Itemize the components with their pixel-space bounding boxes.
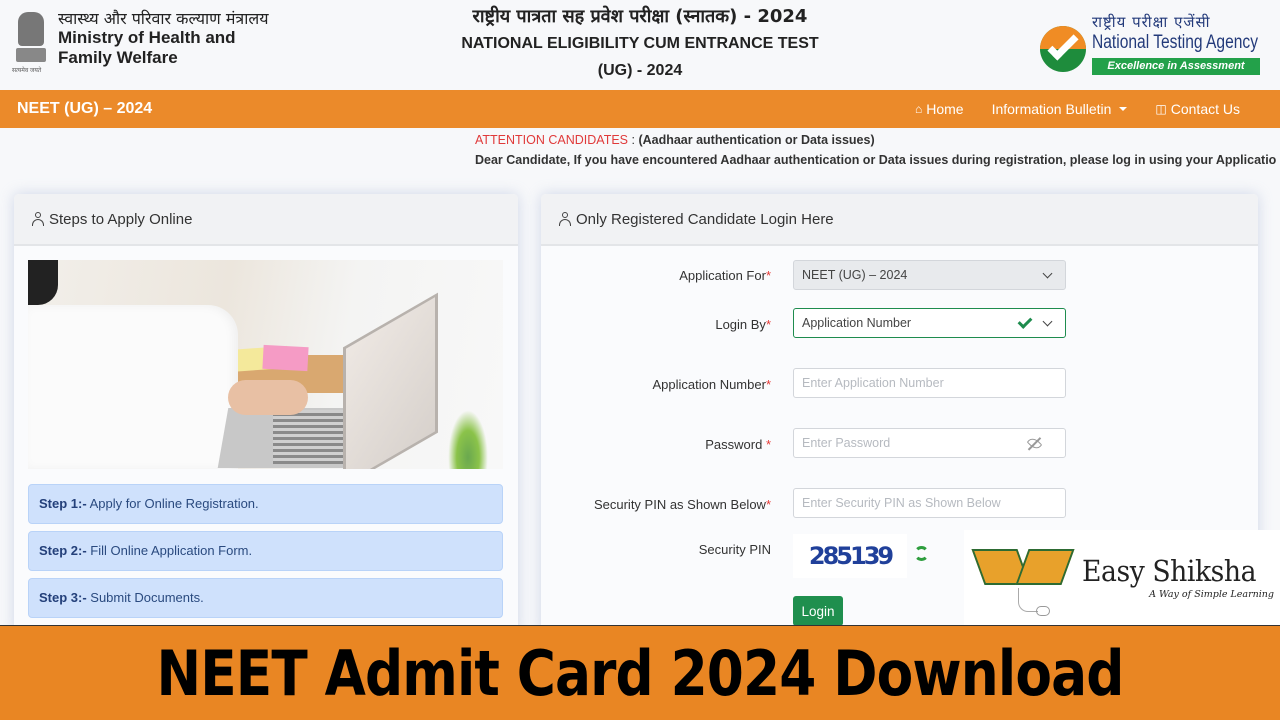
application-number-field[interactable] — [793, 368, 1066, 398]
security-pin-label: Security PIN — [698, 542, 771, 557]
attention-separator: : — [628, 133, 639, 147]
steps-card-title: Steps to Apply Online — [49, 210, 193, 228]
password-field[interactable] — [793, 428, 1066, 458]
nav-item-information-bulletin[interactable]: Information Bulletin — [992, 101, 1128, 117]
title-banner: NEET Admit Card 2024 Download — [0, 625, 1280, 720]
banner-title: NEET Admit Card 2024 Download — [156, 637, 1124, 710]
nav-item-label: Information Bulletin — [991, 101, 1112, 117]
page: सत्यमेव जयते स्वास्थ्य और परिवार कल्याण … — [0, 0, 1280, 720]
login-by-select[interactable]: Application Number — [793, 308, 1066, 338]
application-number-input[interactable] — [802, 369, 1022, 397]
login-card-header: Only Registered Candidate Login Here — [541, 194, 1258, 246]
easy-shiksha-tagline: A Way of Simple Learning — [1149, 589, 1274, 600]
eye-slash-icon[interactable] — [1026, 435, 1043, 452]
attention-label: ATTENTION CANDIDATES — [475, 133, 629, 147]
open-book-icon — [971, 545, 1075, 590]
chat-icon: ◫ — [1155, 102, 1167, 116]
application-number-label: Application Number* — [652, 377, 771, 392]
login-by-label: Login By* — [715, 317, 771, 332]
national-emblem-icon: सत्यमेव जयते — [12, 10, 50, 76]
chevron-down-icon — [1042, 316, 1053, 327]
navbar: NEET (UG) – 2024 ⌂ Home Information Bull… — [0, 90, 1280, 128]
nta-logo: राष्ट्रीय परीक्षा एजेंसी National Testin… — [1040, 12, 1265, 78]
user-icon — [32, 212, 44, 226]
user-icon — [559, 212, 571, 226]
password-input[interactable] — [802, 429, 1022, 457]
checkmark-icon — [1017, 314, 1033, 329]
security-pin-input[interactable] — [802, 489, 1022, 517]
home-icon: ⌂ — [914, 102, 923, 116]
nta-tagline: Excellence in Assessment — [1092, 58, 1260, 75]
top-header: सत्यमेव जयते स्वास्थ्य और परिवार कल्याण … — [0, 0, 1280, 90]
ministry-name-line2: Family Welfare — [58, 48, 178, 67]
nta-hindi-name: राष्ट्रीय परीक्षा एजेंसी — [1092, 13, 1211, 31]
nav-item-label: Contact Us — [1170, 101, 1240, 117]
exam-title-hindi: राष्ट्रीय पात्रता सह प्रवेश परीक्षा (स्न… — [472, 6, 808, 27]
laptop-photo — [28, 260, 503, 469]
nav-item-label: Home — [926, 101, 964, 117]
ministry-hindi-name: स्वास्थ्य और परिवार कल्याण मंत्रालय — [58, 9, 269, 28]
exam-title-line1: NATIONAL ELIGIBILITY CUM ENTRANCE TEST — [461, 35, 819, 52]
attention-message: Dear Candidate, If you have encountered … — [475, 153, 1277, 167]
application-for-select[interactable]: NEET (UG) – 2024 — [793, 260, 1066, 290]
navbar-brand[interactable]: NEET (UG) – 2024 — [17, 100, 152, 118]
step-item-3[interactable]: Step 3:- Submit Documents. — [28, 578, 503, 618]
easy-shiksha-logo: Easy Shiksha A Way of Simple Learning — [964, 530, 1280, 625]
password-label: Password * — [705, 437, 771, 452]
nta-check-badge-icon — [1040, 26, 1086, 72]
steps-card-header: Steps to Apply Online — [14, 194, 518, 246]
nta-name: National Testing Agency — [1092, 32, 1259, 53]
nav-menu: ⌂ Home Information Bulletin ◫ Contact Us — [887, 90, 1240, 128]
nav-item-home[interactable]: ⌂ Home — [915, 101, 964, 117]
refresh-icon[interactable] — [914, 546, 929, 561]
security-pin-field[interactable] — [793, 488, 1066, 518]
step-item-2[interactable]: Step 2:- Fill Online Application Form. — [28, 531, 503, 571]
steps-list: Step 1:- Apply for Online Registration. … — [28, 484, 503, 625]
attention-subject: (Aadhaar authentication or Data issues) — [638, 133, 875, 147]
step-item-1[interactable]: Step 1:- Apply for Online Registration. — [28, 484, 503, 524]
steps-card: Steps to Apply Online Step 1:- Apply for… — [14, 194, 518, 634]
exam-title-line2: (UG) - 2024 — [597, 62, 683, 79]
mouse-icon — [1036, 606, 1050, 616]
attention-notice: ATTENTION CANDIDATES : (Aadhaar authenti… — [475, 130, 1280, 170]
login-button[interactable]: Login — [793, 596, 843, 626]
exam-title: राष्ट्रीय पात्रता सह प्रवेश परीक्षा (स्न… — [420, 4, 860, 84]
captcha-image: 285139 — [793, 534, 907, 578]
ministry-name-line1: Ministry of Health and — [58, 28, 236, 47]
caret-down-icon — [1119, 107, 1128, 111]
application-for-label: Application For* — [679, 268, 771, 283]
emblem-motto: सत्यमेव जयते — [12, 68, 42, 74]
chevron-down-icon — [1042, 268, 1053, 279]
easy-shiksha-name: Easy Shiksha — [1082, 554, 1257, 588]
security-pin-input-label: Security PIN as Shown Below* — [593, 497, 771, 512]
login-card-title: Only Registered Candidate Login Here — [576, 210, 834, 228]
nav-item-contact-us[interactable]: ◫ Contact Us — [1155, 101, 1240, 117]
ministry-logo: सत्यमेव जयते स्वास्थ्य और परिवार कल्याण … — [12, 10, 269, 76]
